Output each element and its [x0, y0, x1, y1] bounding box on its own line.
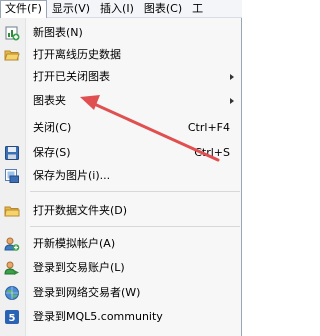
menu-item-label: 关闭(C)	[33, 121, 72, 134]
menu-bar: 文件(F) 显示(V) 插入(I) 图表(C) 工	[0, 0, 242, 18]
menu-item-save[interactable]: 保存(S) Ctrl+S	[0, 142, 242, 164]
menu-item-chart-folder[interactable]: 图表夹	[0, 90, 242, 112]
menu-item-label: 打开离线历史数据	[33, 48, 121, 61]
trade-login-icon	[4, 260, 20, 276]
menu-item-label: 新图表(N)	[33, 26, 83, 39]
menu-item-label: 保存为图片(i)...	[33, 169, 111, 182]
file-menu-dropdown: 新图表(N) 打开离线历史数据 打开已关闭图表 图表夹 关闭(C) Ctrl+F…	[0, 18, 242, 336]
menu-item-login-web-trader[interactable]: 登录到网络交易者(W)	[0, 282, 242, 304]
menu-item-new-chart[interactable]: 新图表(N)	[0, 22, 242, 44]
menu-separator	[30, 226, 240, 227]
menu-item-login-mql5[interactable]: 5 登录到MQL5.community	[0, 306, 242, 328]
menu-item-label: 打开数据文件夹(D)	[33, 204, 128, 217]
menu-tools[interactable]: 工	[187, 0, 208, 18]
menu-item-login-trade-account[interactable]: 登录到交易账户(L)	[0, 257, 242, 279]
demo-account-icon	[4, 236, 20, 252]
web-trader-icon	[4, 285, 20, 301]
menu-item-open-closed-charts[interactable]: 打开已关闭图表	[0, 66, 242, 88]
submenu-arrow-icon	[230, 74, 234, 80]
menu-view[interactable]: 显示(V)	[47, 0, 95, 18]
save-picture-icon	[4, 168, 20, 184]
menu-item-shortcut: Ctrl+F4	[187, 121, 230, 134]
menu-separator	[30, 191, 240, 192]
menu-item-label: 登录到MQL5.community	[33, 310, 163, 323]
menu-charts[interactable]: 图表(C)	[139, 0, 187, 18]
folder-icon	[4, 203, 20, 219]
menu-item-label: 保存(S)	[33, 146, 71, 159]
new-chart-icon	[4, 25, 20, 41]
menu-item-open-data-folder[interactable]: 打开数据文件夹(D)	[0, 200, 242, 222]
menu-item-save-as-picture[interactable]: 保存为图片(i)...	[0, 165, 242, 187]
menu-item-shortcut: Ctrl+S	[194, 146, 230, 159]
menu-file[interactable]: 文件(F)	[0, 0, 47, 18]
menu-insert[interactable]: 插入(I)	[95, 0, 139, 18]
svg-text:5: 5	[9, 313, 16, 324]
save-icon	[4, 145, 20, 161]
menu-item-open-offline[interactable]: 打开离线历史数据	[0, 44, 242, 66]
menu-item-label: 开新模拟帐户(A)	[33, 237, 116, 250]
menu-item-close[interactable]: 关闭(C) Ctrl+F4	[0, 117, 242, 139]
screenshot-root: 文件(F) 显示(V) 插入(I) 图表(C) 工 新图表(N) 打开离线历史数…	[0, 0, 242, 336]
mql5-icon: 5	[4, 309, 20, 325]
menu-item-label: 登录到网络交易者(W)	[33, 286, 141, 299]
open-folder-icon	[4, 47, 20, 63]
menu-item-label: 登录到交易账户(L)	[33, 261, 125, 274]
submenu-arrow-icon	[230, 98, 234, 104]
menu-item-open-demo-account[interactable]: 开新模拟帐户(A)	[0, 233, 242, 255]
menu-item-label: 图表夹	[33, 94, 66, 107]
menu-item-label: 打开已关闭图表	[33, 70, 110, 83]
